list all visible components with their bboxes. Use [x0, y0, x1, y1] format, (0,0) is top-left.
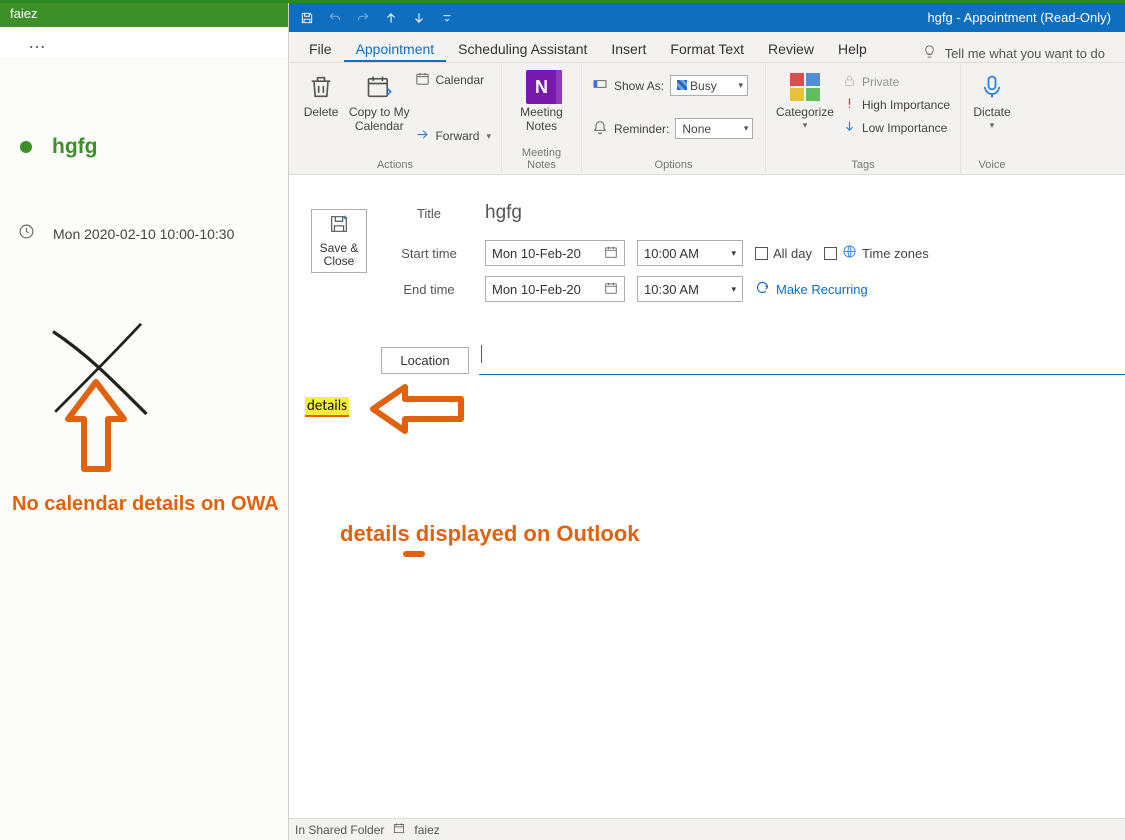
- recur-icon: [755, 280, 770, 298]
- tell-me-search[interactable]: Tell me what you want to do: [922, 44, 1117, 62]
- window-title: hgfg - Appointment (Read-Only): [465, 10, 1125, 25]
- end-time-label: End time: [385, 282, 473, 297]
- high-importance-button[interactable]: High Importance: [842, 96, 950, 114]
- low-importance-button[interactable]: Low Importance: [842, 119, 950, 137]
- tab-help[interactable]: Help: [826, 35, 879, 62]
- body-details-text: details: [305, 397, 349, 417]
- lightbulb-icon: [922, 44, 937, 62]
- categorize-icon: [789, 71, 821, 103]
- make-recurring-link[interactable]: Make Recurring: [755, 280, 868, 298]
- down-arrow-icon: [842, 119, 857, 137]
- location-input[interactable]: [479, 345, 1125, 375]
- ribbon: Delete Copy to My Calendar Calendar Forw…: [289, 63, 1125, 175]
- forward-arrow-icon: [415, 127, 430, 145]
- start-time-input[interactable]: 10:00 AM▾: [637, 240, 743, 266]
- undo-icon[interactable]: [323, 6, 347, 30]
- annotation-up-arrow: [56, 377, 136, 482]
- location-button[interactable]: Location: [381, 347, 469, 374]
- show-as-icon: [592, 76, 608, 95]
- show-as-label: Show As:: [614, 79, 664, 93]
- annotation-outlook-label: details displayed on Outlook: [340, 521, 640, 547]
- owa-event-title: hgfg: [52, 135, 97, 159]
- save-close-button[interactable]: Save & Close: [311, 209, 367, 273]
- forward-button[interactable]: Forward ▾: [415, 127, 491, 145]
- outlook-window: hgfg - Appointment (Read-Only) File Appo…: [289, 3, 1125, 840]
- owa-header: faiez: [0, 3, 288, 27]
- save-icon[interactable]: [295, 6, 319, 30]
- tab-appointment[interactable]: Appointment: [344, 35, 447, 62]
- end-date-input[interactable]: Mon 10-Feb-20: [485, 276, 625, 302]
- tab-insert[interactable]: Insert: [599, 35, 658, 62]
- group-voice-label: Voice: [967, 157, 1017, 174]
- status-owner: faiez: [414, 823, 439, 837]
- onenote-icon: N: [526, 71, 558, 103]
- group-options-label: Options: [588, 157, 759, 174]
- microphone-icon: [976, 71, 1008, 103]
- title-bar: hgfg - Appointment (Read-Only): [289, 3, 1125, 32]
- status-folder-label: In Shared Folder: [295, 823, 384, 837]
- annotation-owa-label: No calendar details on OWA: [12, 489, 279, 519]
- annotation-mark: [403, 551, 425, 557]
- circle-icon: [20, 141, 32, 153]
- save-icon: [328, 213, 350, 242]
- trash-icon: [305, 71, 337, 103]
- title-label: Title: [385, 206, 473, 221]
- calendar-copy-icon: [363, 71, 395, 103]
- owa-event-card[interactable]: hgfg Mon 2020-02-10 10:00-10:30: [14, 67, 270, 245]
- status-bar: In Shared Folder faiez: [289, 818, 1125, 840]
- all-day-checkbox[interactable]: All day: [755, 246, 812, 261]
- globe-icon: [842, 244, 857, 262]
- annotation-left-arrow: [367, 379, 467, 444]
- group-tags-label: Tags: [772, 157, 954, 174]
- tab-file[interactable]: File: [297, 35, 344, 62]
- delete-button[interactable]: Delete: [295, 67, 347, 120]
- exclamation-icon: [842, 96, 857, 114]
- calendar-picker-icon: [604, 281, 618, 298]
- dictate-button[interactable]: Dictate ▾: [967, 67, 1017, 130]
- qat-dropdown-icon[interactable]: [435, 6, 459, 30]
- start-date-input[interactable]: Mon 10-Feb-20: [485, 240, 625, 266]
- reminder-label: Reminder:: [614, 122, 669, 136]
- owa-menu-dots[interactable]: …: [0, 27, 288, 57]
- clock-icon: [18, 223, 35, 245]
- group-notes-label: Meeting Notes: [508, 145, 575, 174]
- owa-pane: faiez … hgfg Mon 2020-02-10 10:00-10:30 …: [0, 3, 289, 840]
- group-actions-label: Actions: [295, 157, 495, 174]
- appointment-body[interactable]: details details displayed on Outlook: [305, 393, 1125, 818]
- tab-review[interactable]: Review: [756, 35, 826, 62]
- end-time-input[interactable]: 10:30 AM▾: [637, 276, 743, 302]
- reminder-select[interactable]: None▾: [675, 118, 753, 139]
- time-zones-checkbox[interactable]: Time zones: [824, 244, 929, 262]
- tab-scheduling-assistant[interactable]: Scheduling Assistant: [446, 35, 599, 62]
- calendar-icon: [415, 71, 430, 89]
- calendar-button[interactable]: Calendar: [415, 71, 491, 89]
- meeting-notes-button[interactable]: N Meeting Notes: [508, 67, 575, 134]
- tell-me-label: Tell me what you want to do: [945, 46, 1105, 61]
- arrow-down-icon[interactable]: [407, 6, 431, 30]
- owa-event-time: Mon 2020-02-10 10:00-10:30: [53, 226, 234, 242]
- owa-user: faiez: [10, 6, 37, 21]
- start-time-label: Start time: [385, 246, 473, 261]
- copy-to-calendar-button[interactable]: Copy to My Calendar: [347, 67, 411, 134]
- show-as-select[interactable]: Busy▾: [670, 75, 748, 96]
- chevron-down-icon: ▾: [486, 131, 491, 142]
- calendar-picker-icon: [604, 245, 618, 262]
- reminder-icon: [592, 119, 608, 138]
- folder-icon: [392, 821, 406, 838]
- lock-icon: [842, 73, 857, 91]
- title-input[interactable]: [485, 202, 965, 224]
- ribbon-tabs: File Appointment Scheduling Assistant In…: [289, 32, 1125, 63]
- tab-format-text[interactable]: Format Text: [658, 35, 756, 62]
- arrow-up-icon[interactable]: [379, 6, 403, 30]
- private-button[interactable]: Private: [842, 73, 950, 91]
- categorize-button[interactable]: Categorize ▾: [772, 67, 838, 130]
- redo-icon[interactable]: [351, 6, 375, 30]
